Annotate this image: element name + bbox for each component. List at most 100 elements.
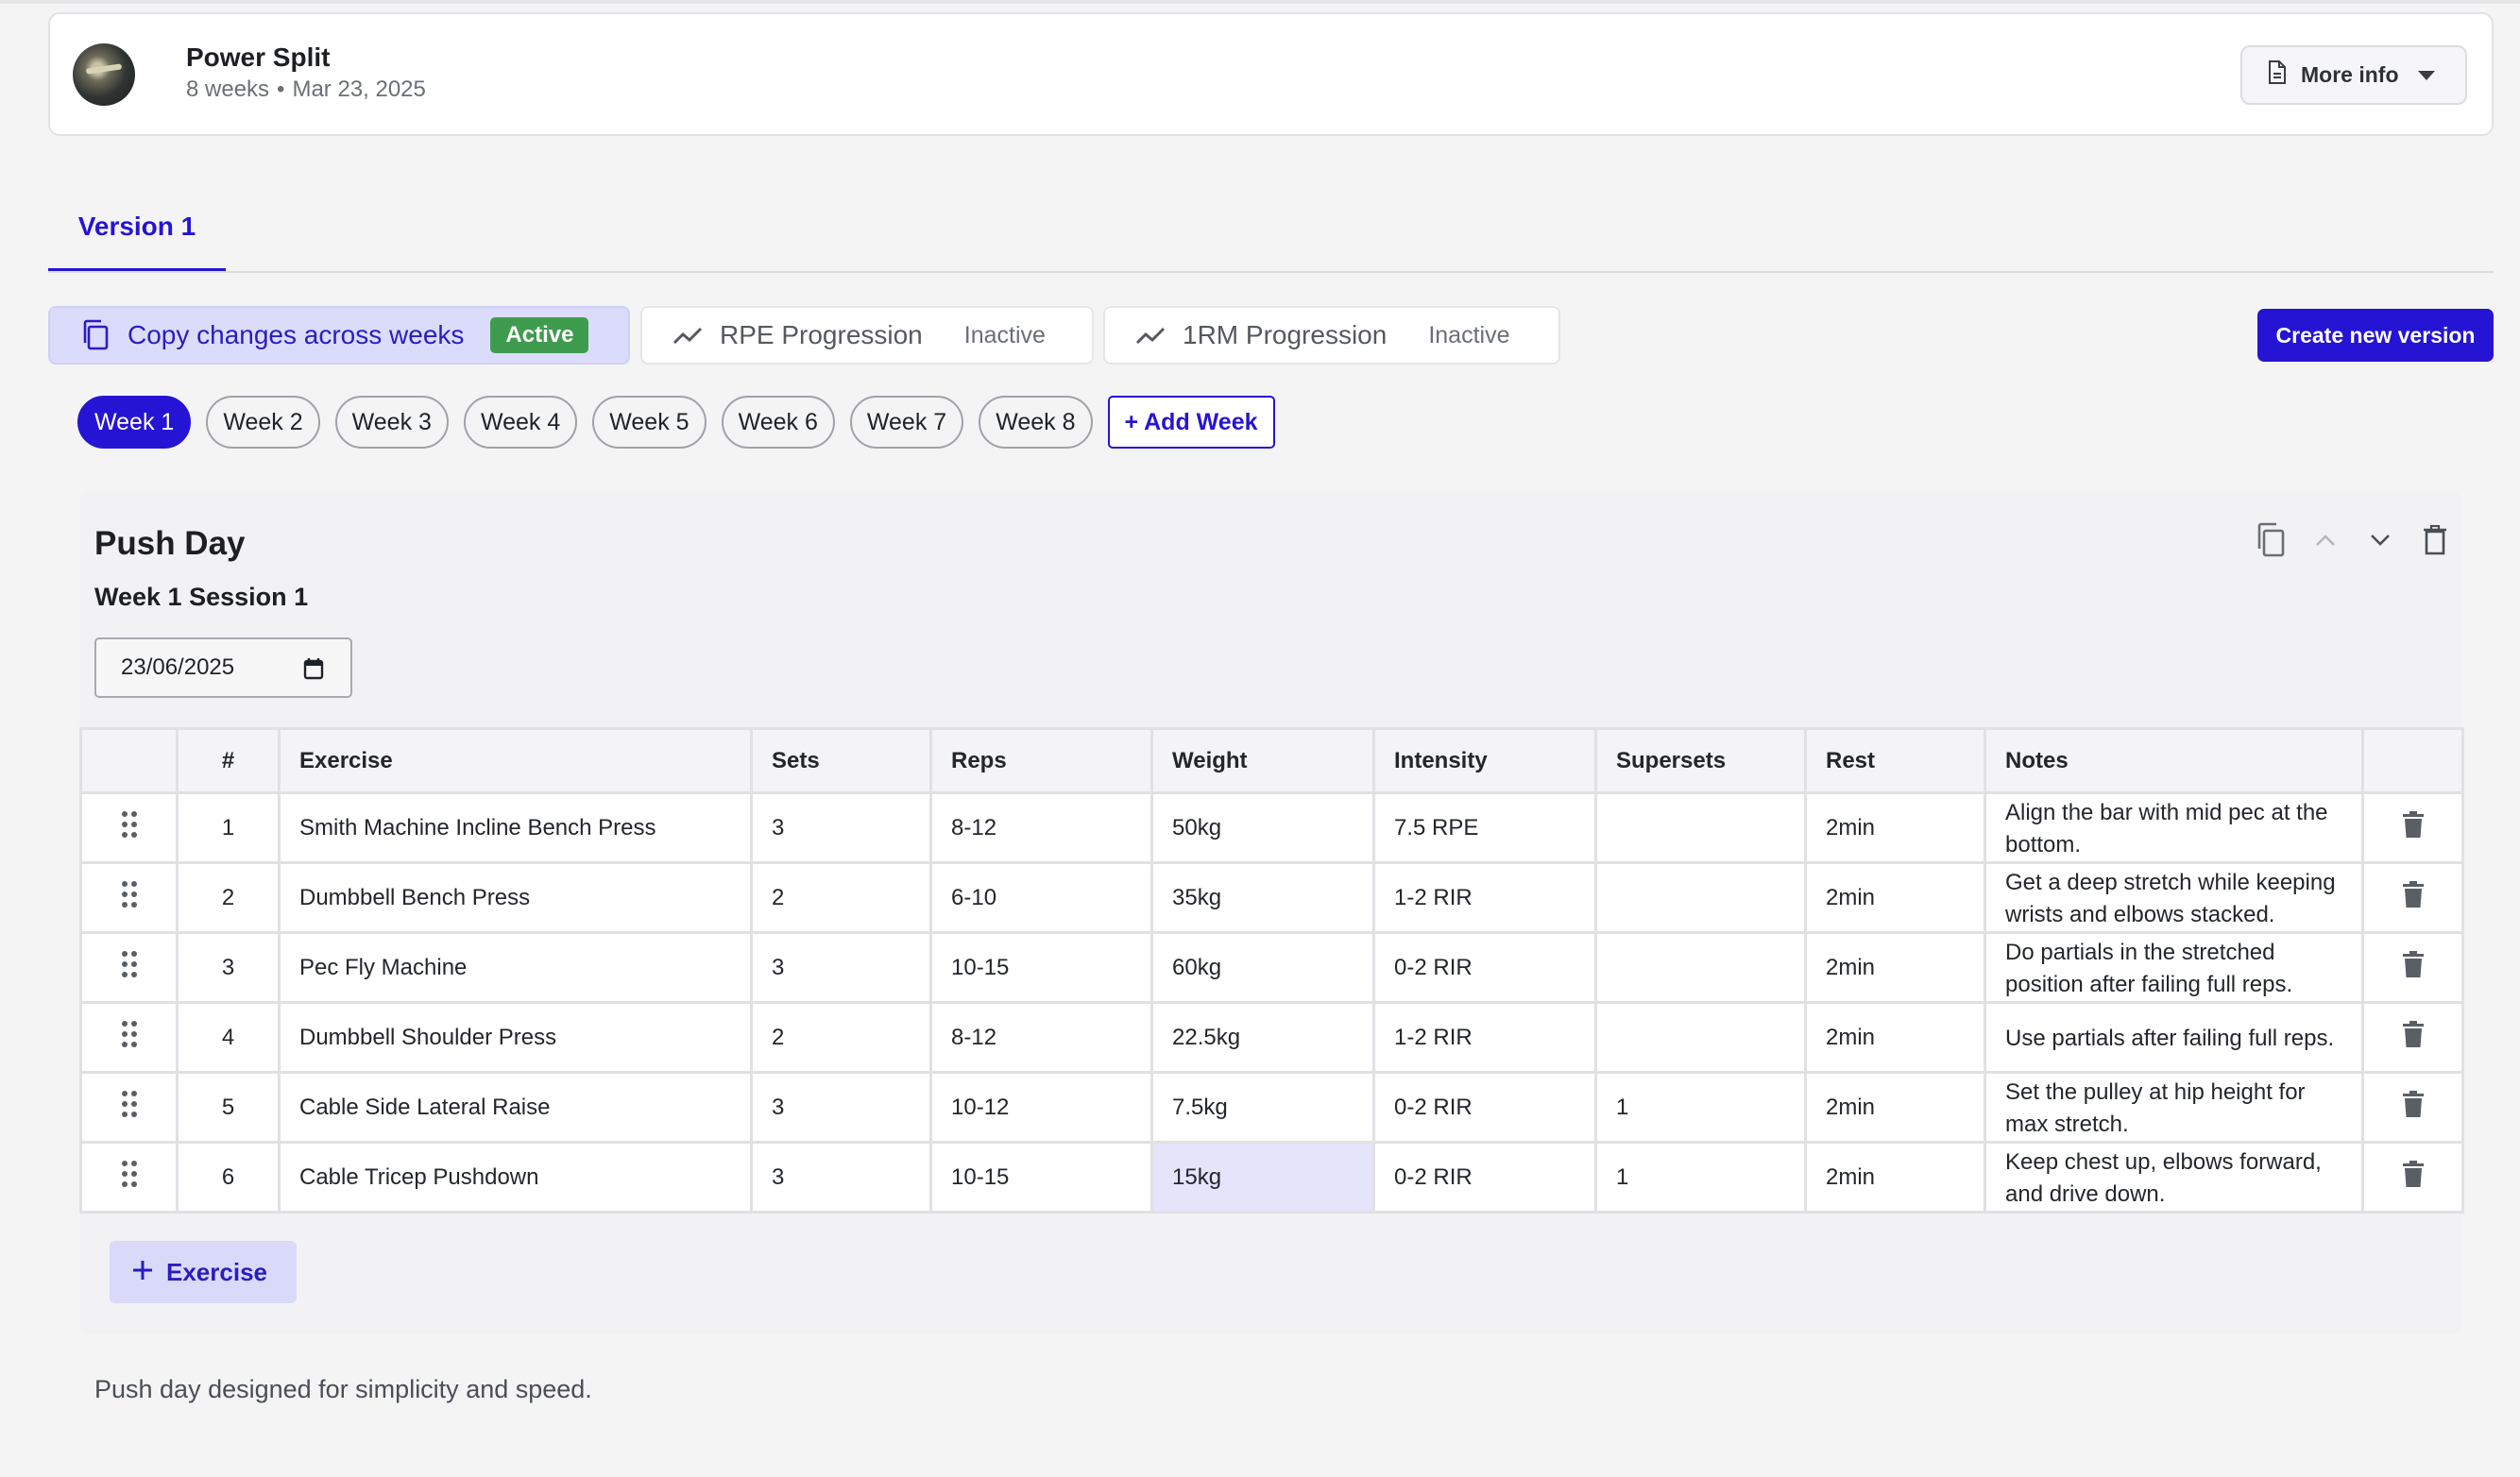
supersets-cell[interactable] [1594,791,1807,864]
drag-handle-icon[interactable] [79,1071,179,1144]
exercise-cell[interactable]: Dumbbell Shoulder Press [278,1001,753,1074]
week-pill-7[interactable]: Week 7 [849,396,964,449]
exercise-cell[interactable]: Dumbbell Bench Press [278,861,753,934]
weight-cell[interactable]: 22.5kg [1150,1001,1375,1074]
weight-cell[interactable]: 60kg [1150,931,1375,1004]
col-header-handle [79,727,179,794]
drag-handle-icon[interactable] [79,1001,179,1074]
duplicate-day-icon[interactable] [2254,521,2288,559]
week-pill-6[interactable]: Week 6 [721,396,835,449]
supersets-cell[interactable]: 1 [1594,1071,1807,1144]
sets-cell[interactable]: 3 [750,791,932,864]
reps-cell[interactable]: 10-15 [929,1141,1153,1214]
table-header-row: # Exercise Sets Reps Weight Intensity Su… [79,727,2464,794]
add-week-button[interactable]: + Add Week [1107,396,1275,449]
reps-cell[interactable]: 10-12 [929,1071,1153,1144]
weight-cell[interactable]: 50kg [1150,791,1375,864]
sets-cell[interactable]: 3 [750,1071,932,1144]
program-meta: 8 weeks • Mar 23, 2025 [186,76,426,103]
session-description: Push day designed for simplicity and spe… [94,1375,592,1403]
session-date-input[interactable]: 23/06/2025 [94,637,352,698]
notes-cell[interactable]: Set the pulley at hip height for max str… [1984,1071,2364,1144]
table-row: 1 Smith Machine Incline Bench Press 3 8-… [79,791,2464,864]
col-header-sets: Sets [750,727,932,794]
weight-cell[interactable]: 15kg [1150,1141,1375,1214]
exercise-cell[interactable]: Cable Side Lateral Raise [278,1071,753,1144]
intensity-cell[interactable]: 0-2 RIR [1372,931,1597,1004]
reps-cell[interactable]: 8-12 [929,1001,1153,1074]
drag-handle-icon[interactable] [79,1141,179,1214]
chevron-down-icon [2417,70,2435,80]
week-pill-8[interactable]: Week 8 [979,396,1093,449]
intensity-cell[interactable]: 0-2 RIR [1372,1071,1597,1144]
trash-icon[interactable] [2361,1141,2464,1214]
notes-cell[interactable]: Get a deep stretch while keeping wrists … [1984,861,2364,934]
supersets-cell[interactable]: 1 [1594,1141,1807,1214]
weight-cell[interactable]: 35kg [1150,861,1375,934]
rest-cell[interactable]: 2min [1804,1071,1986,1144]
intensity-cell[interactable]: 1-2 RIR [1372,861,1597,934]
supersets-cell[interactable] [1594,1001,1807,1074]
weight-cell[interactable]: 7.5kg [1150,1071,1375,1144]
trash-icon[interactable] [2361,1071,2464,1144]
rest-cell[interactable]: 2min [1804,1001,1986,1074]
trash-icon[interactable] [2361,1001,2464,1074]
col-header-notes: Notes [1984,727,2364,794]
reps-cell[interactable]: 6-10 [929,861,1153,934]
week-pill-5[interactable]: Week 5 [592,396,707,449]
day-actions [2254,521,2452,559]
create-new-version-button[interactable]: Create new version [2257,309,2494,362]
week-pill-4[interactable]: Week 4 [463,396,578,449]
onerm-progression-toggle[interactable]: 1RM Progression Inactive [1103,306,1560,365]
sets-cell[interactable]: 3 [750,931,932,1004]
week-pill-2[interactable]: Week 2 [206,396,320,449]
intensity-cell[interactable]: 7.5 RPE [1372,791,1597,864]
add-exercise-button[interactable]: Exercise [110,1241,297,1303]
col-header-supersets: Supersets [1594,727,1807,794]
week-pill-3[interactable]: Week 3 [334,396,449,449]
plus-icon [132,1258,153,1287]
tab-divider [48,271,2494,273]
reps-cell[interactable]: 8-12 [929,791,1153,864]
reps-cell[interactable]: 10-15 [929,931,1153,1004]
week-pill-1[interactable]: Week 1 [77,396,192,449]
trash-icon[interactable] [2361,791,2464,864]
drag-handle-icon[interactable] [79,791,179,864]
trash-icon[interactable] [2361,931,2464,1004]
delete-day-icon[interactable] [2418,521,2452,559]
chevron-down-icon[interactable] [2363,521,2397,559]
rest-cell[interactable]: 2min [1804,931,1986,1004]
rest-cell[interactable]: 2min [1804,791,1986,864]
sets-cell[interactable]: 2 [750,861,932,934]
col-header-exercise: Exercise [278,727,753,794]
sets-cell[interactable]: 2 [750,1001,932,1074]
chevron-up-icon[interactable] [2308,521,2342,559]
rest-cell[interactable]: 2min [1804,861,1986,934]
drag-handle-icon[interactable] [79,861,179,934]
table-row: 6 Cable Tricep Pushdown 3 10-15 15kg 0-2… [79,1141,2464,1214]
tab-version-1[interactable]: Version 1 [48,210,226,272]
notes-cell[interactable]: Align the bar with mid pec at the bottom… [1984,791,2364,864]
rpe-progression-toggle[interactable]: RPE Progression Inactive [640,306,1094,365]
notes-cell[interactable]: Do partials in the stretched position af… [1984,931,2364,1004]
calendar-icon[interactable] [303,657,324,687]
copy-changes-toggle[interactable]: Copy changes across weeks Active [48,306,630,365]
trash-icon[interactable] [2361,861,2464,934]
sets-cell[interactable]: 3 [750,1141,932,1214]
more-info-button[interactable]: More info [2240,45,2467,105]
exercise-cell[interactable]: Pec Fly Machine [278,931,753,1004]
exercise-cell[interactable]: Cable Tricep Pushdown [278,1141,753,1214]
notes-cell[interactable]: Keep chest up, elbows forward, and drive… [1984,1141,2364,1214]
row-number: 1 [176,791,281,864]
supersets-cell[interactable] [1594,861,1807,934]
intensity-cell[interactable]: 0-2 RIR [1372,1141,1597,1214]
supersets-cell[interactable] [1594,931,1807,1004]
col-header-rest: Rest [1804,727,1986,794]
day-title: Push Day [94,525,246,562]
drag-handle-icon[interactable] [79,931,179,1004]
col-header-weight: Weight [1150,727,1375,794]
intensity-cell[interactable]: 1-2 RIR [1372,1001,1597,1074]
exercise-cell[interactable]: Smith Machine Incline Bench Press [278,791,753,864]
rest-cell[interactable]: 2min [1804,1141,1986,1214]
notes-cell[interactable]: Use partials after failing full reps. [1984,1001,2364,1074]
